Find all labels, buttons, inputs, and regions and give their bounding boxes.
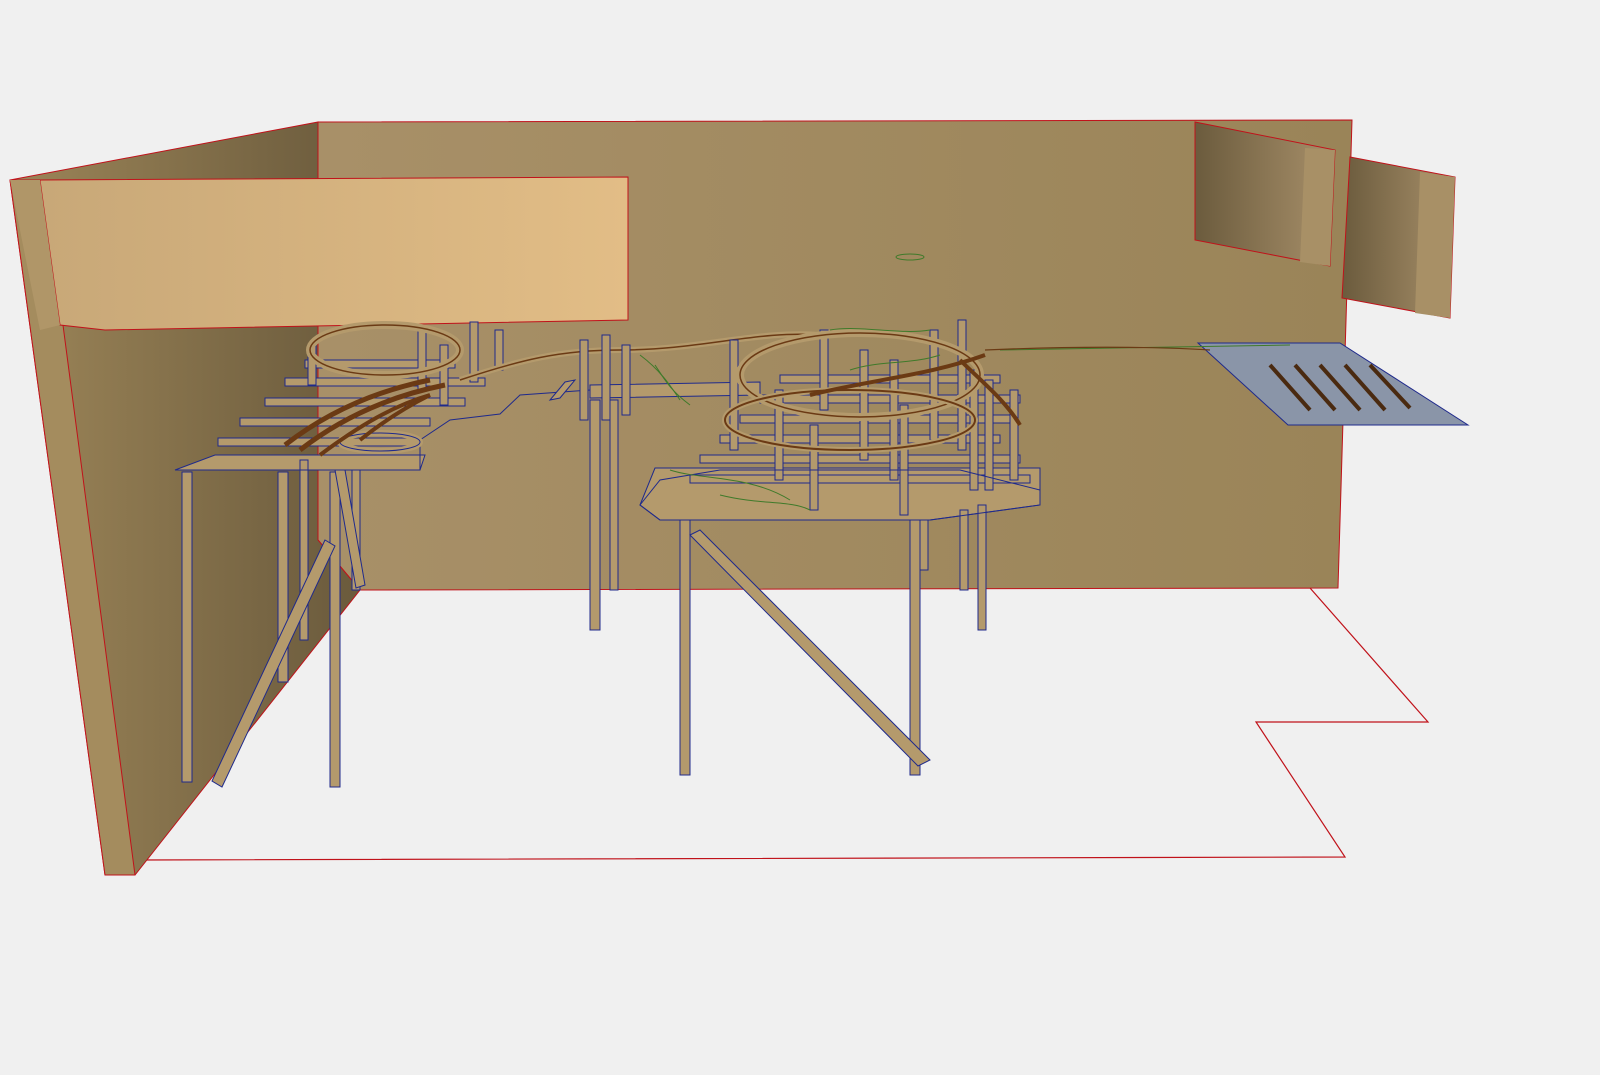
- wall-cabinet-2: [1341, 156, 1456, 319]
- model-railroad-3d-view: [9, 119, 1470, 876]
- upper-shelf: [10, 176, 629, 331]
- 3d-layout-viewport[interactable]: [0, 0, 1600, 1075]
